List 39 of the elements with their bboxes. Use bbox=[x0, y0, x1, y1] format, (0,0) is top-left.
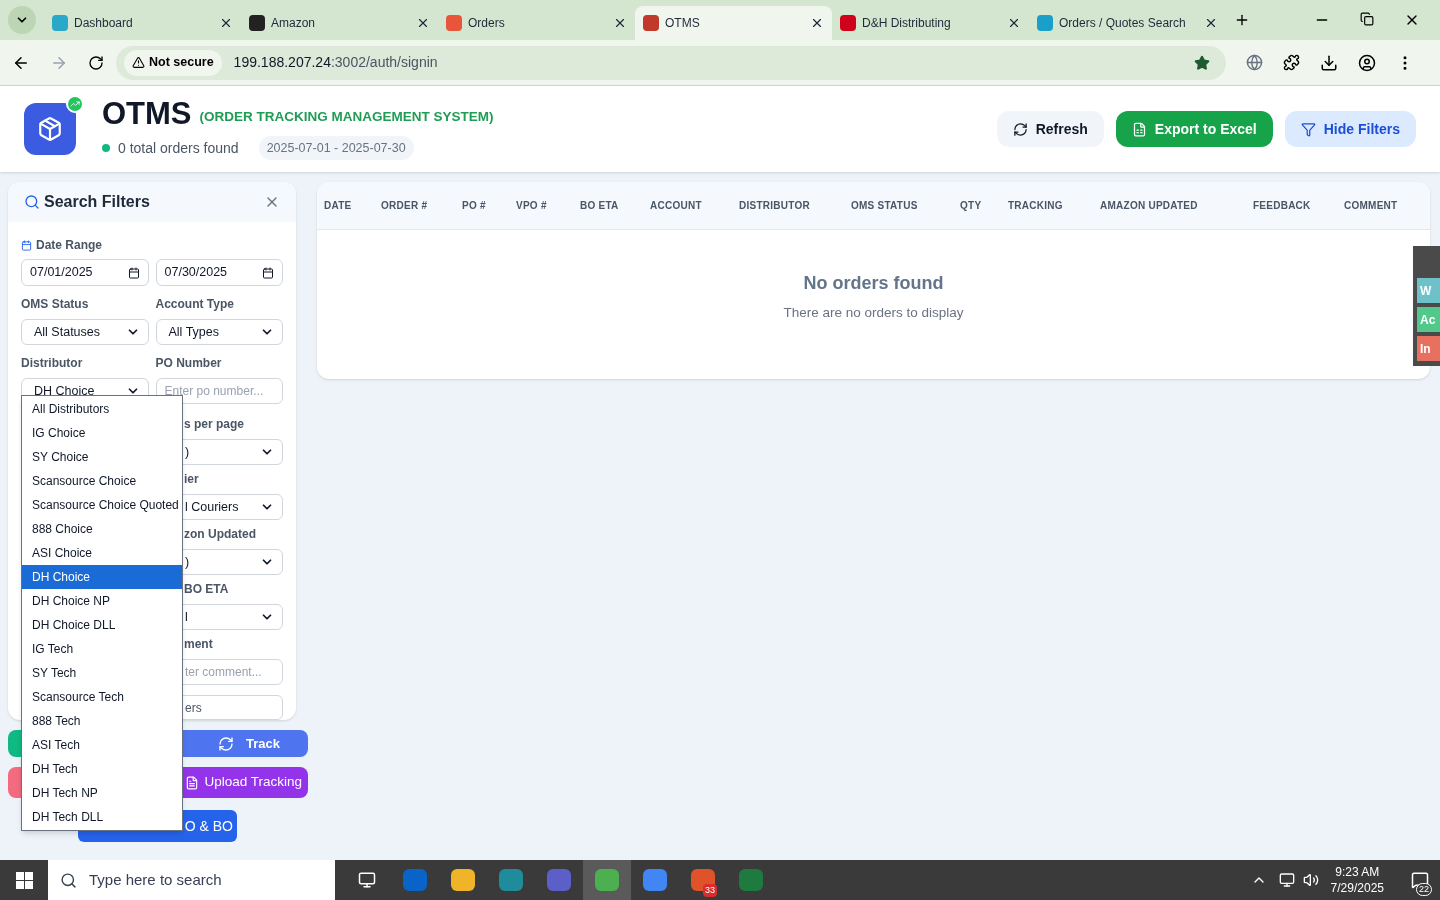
empty-message: There are no orders to display bbox=[783, 303, 964, 322]
empty-title: No orders found bbox=[803, 271, 944, 295]
column-header: ACCOUNT bbox=[650, 199, 703, 213]
tab-title: Orders bbox=[468, 15, 506, 32]
field-label: OMS Status bbox=[21, 296, 90, 313]
tab-title: Dashboard bbox=[74, 15, 134, 32]
clock-date: 7/29/2025 bbox=[1330, 880, 1384, 896]
url-text: 199.188.207.24:3002/auth/signin bbox=[233, 53, 439, 72]
date-range-badge: 2025-07-01 - 2025-07-30 bbox=[258, 135, 414, 161]
field-label: zon Updated bbox=[183, 526, 257, 543]
field-label: s per page bbox=[183, 416, 246, 433]
panel-title: Search Filters bbox=[44, 192, 151, 212]
column-header: BO ETA bbox=[580, 199, 620, 213]
column-header: VPO # bbox=[516, 199, 548, 213]
column-header: DATE bbox=[324, 199, 353, 213]
column-header: TRACKING bbox=[1008, 199, 1064, 213]
tab-title: D&H Distributing bbox=[862, 15, 952, 32]
column-header: ORDER # bbox=[381, 199, 429, 213]
column-header: OMS STATUS bbox=[851, 199, 919, 213]
column-header: DISTRIBUTOR bbox=[739, 199, 811, 213]
order-count: 0 total orders found bbox=[118, 138, 239, 158]
field-label: PO Number bbox=[155, 355, 223, 372]
field-label: ment bbox=[183, 636, 214, 653]
column-header: QTY bbox=[960, 199, 983, 213]
tab-title: Amazon bbox=[271, 15, 317, 32]
column-header: AMAZON UPDATED bbox=[1100, 199, 1199, 213]
column-header: COMMENT bbox=[1344, 199, 1399, 213]
app-subtitle: (ORDER TRACKING MANAGEMENT SYSTEM) bbox=[199, 108, 494, 127]
field-label: Date Range bbox=[36, 237, 103, 254]
column-header: FEEDBACK bbox=[1253, 199, 1312, 213]
column-header: PO # bbox=[462, 199, 487, 213]
tab-title: OTMS bbox=[665, 15, 701, 32]
field-label: Distributor bbox=[21, 355, 84, 372]
field-label: Account Type bbox=[155, 296, 235, 313]
field-label: ier bbox=[183, 471, 200, 488]
tab-title: Orders / Quotes Search bbox=[1059, 15, 1187, 32]
clock-time: 9:23 AM bbox=[1335, 864, 1380, 880]
app-title: OTMS bbox=[102, 97, 192, 130]
field-label: BO ETA bbox=[183, 581, 230, 598]
